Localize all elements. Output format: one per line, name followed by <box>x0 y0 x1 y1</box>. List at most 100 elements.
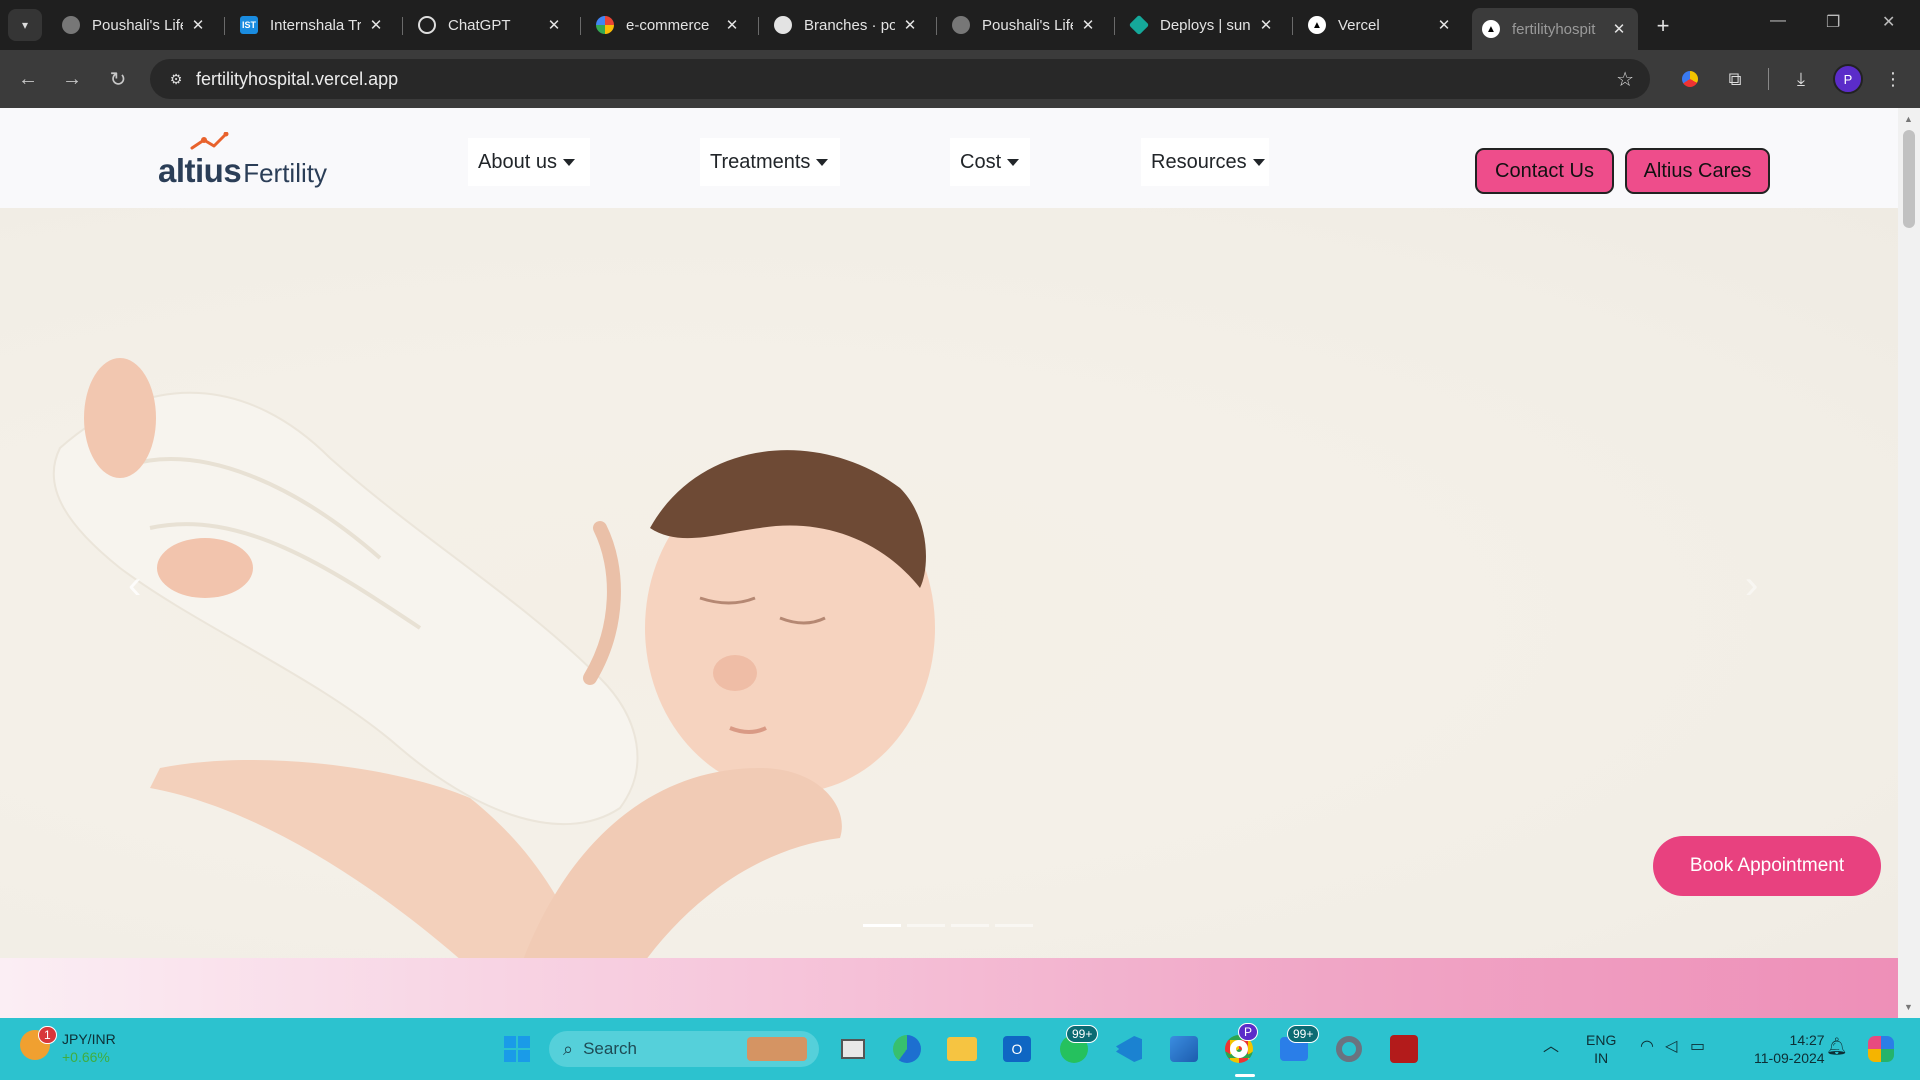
taskbar-search[interactable]: ⌕ Search <box>549 1031 819 1067</box>
outlook-icon[interactable]: O <box>1000 1032 1034 1066</box>
browser-tab[interactable]: ▲ Vercel ✕ <box>1298 8 1463 42</box>
maximize-icon[interactable]: ❐ <box>1826 12 1840 32</box>
tab-divider <box>758 17 759 35</box>
extension-color-icon[interactable] <box>1677 66 1703 92</box>
nav-treatments[interactable]: Treatments <box>700 138 840 186</box>
browser-tab[interactable]: Deploys | sun ✕ <box>1120 8 1285 42</box>
site-info-icon[interactable]: ⚙ <box>156 71 196 88</box>
book-appointment-button[interactable]: Book Appointment <box>1653 836 1881 896</box>
globe-icon <box>952 16 970 34</box>
tab-search-button[interactable]: ▾ <box>8 9 42 41</box>
chevron-down-icon: ▾ <box>21 18 29 32</box>
close-window-icon[interactable]: ✕ <box>1882 12 1895 32</box>
close-icon[interactable]: ✕ <box>1610 20 1628 38</box>
carousel-indicator[interactable] <box>951 924 989 927</box>
search-highlight-icon <box>747 1037 807 1061</box>
scroll-up-icon[interactable]: ▲ <box>1904 114 1913 124</box>
reload-icon[interactable]: ↻ <box>102 63 134 95</box>
battery-icon[interactable]: ▭ <box>1690 1038 1705 1056</box>
carousel-indicator[interactable] <box>907 924 945 927</box>
tab-title: Vercel <box>1338 16 1380 34</box>
vercel-icon: ▲ <box>1308 16 1326 34</box>
language-indicator[interactable]: ENG IN <box>1586 1031 1616 1067</box>
carousel-prev-icon[interactable]: ‹ <box>128 563 141 608</box>
settings-gear-icon[interactable] <box>1332 1032 1366 1066</box>
nav-label: Treatments <box>710 150 811 173</box>
nav-label: Resources <box>1151 150 1247 173</box>
widget-title[interactable]: JPY/INR <box>62 1030 116 1048</box>
browser-tab[interactable]: IST Internshala Tr ✕ <box>230 8 395 42</box>
browser-tab[interactable]: e-commerce ✕ <box>586 8 751 42</box>
vercel-icon: ▲ <box>1482 20 1500 38</box>
back-icon[interactable]: ← <box>12 63 44 95</box>
minimize-icon[interactable]: — <box>1770 12 1786 30</box>
netlify-icon <box>1128 14 1150 36</box>
close-icon[interactable]: ✕ <box>189 16 207 34</box>
notification-bell-icon[interactable]: 🔔︎ <box>1826 1038 1848 1056</box>
hero-carousel: ‹ › <box>0 208 1898 958</box>
altius-cares-button[interactable]: Altius Cares <box>1625 148 1770 194</box>
vscode-icon[interactable] <box>1112 1032 1146 1066</box>
download-icon[interactable]: ⤓ <box>1788 66 1814 92</box>
windows-start-icon[interactable] <box>500 1032 534 1066</box>
globe-icon <box>62 16 80 34</box>
browser-tab[interactable]: Poushali's Life ✕ <box>942 8 1107 42</box>
browser-tab[interactable]: Poushali's Life ✕ <box>52 8 217 42</box>
close-icon[interactable]: ✕ <box>367 16 385 34</box>
carousel-indicator[interactable] <box>863 924 901 927</box>
carousel-indicator[interactable] <box>995 924 1033 927</box>
tab-title: Branches · po <box>804 16 895 34</box>
clock[interactable]: 14:27 11-09-2024 <box>1754 1031 1825 1067</box>
tray-overflow-icon[interactable]: ︿ <box>1543 1038 1559 1056</box>
forward-icon[interactable]: → <box>56 63 88 95</box>
close-icon[interactable]: ✕ <box>1257 16 1275 34</box>
site-logo[interactable]: altius Fertility <box>158 130 327 190</box>
nav-cost[interactable]: Cost <box>950 138 1030 186</box>
url-text[interactable]: fertilityhospital.vercel.app <box>196 69 398 90</box>
web-page: altius Fertility About us Treatments Cos… <box>0 108 1898 1018</box>
tab-title: Deploys | sun <box>1160 16 1251 34</box>
tab-divider <box>224 17 225 35</box>
close-icon[interactable]: ✕ <box>545 16 563 34</box>
close-icon[interactable]: ✕ <box>1079 16 1097 34</box>
carousel-next-icon[interactable]: › <box>1745 563 1758 608</box>
hero-baby-image <box>52 358 935 958</box>
close-icon[interactable]: ✕ <box>1435 16 1453 34</box>
address-bar[interactable]: ⚙ fertilityhospital.vercel.app ☆ <box>150 59 1650 99</box>
nav-about-us[interactable]: About us <box>468 138 590 186</box>
volume-icon[interactable]: ◁ <box>1665 1038 1677 1056</box>
tab-divider <box>1292 17 1293 35</box>
bookmark-star-icon[interactable]: ☆ <box>1616 67 1634 92</box>
menu-kebab-icon[interactable]: ⋮ <box>1880 66 1906 92</box>
tab-title: Poushali's Life <box>982 16 1073 34</box>
logo-mark-icon <box>190 132 229 150</box>
wifi-icon[interactable]: ◠ <box>1640 1038 1654 1056</box>
logo-text-fertility: Fertility <box>243 158 327 188</box>
close-icon[interactable]: ✕ <box>723 16 741 34</box>
contact-us-button[interactable]: Contact Us <box>1475 148 1614 194</box>
edge-icon[interactable] <box>890 1032 924 1066</box>
file-explorer-icon[interactable] <box>945 1032 979 1066</box>
profile-avatar[interactable]: P <box>1833 64 1863 94</box>
photos-icon[interactable] <box>1167 1032 1201 1066</box>
profile-initial: P <box>1843 71 1853 87</box>
nav-label: About us <box>478 150 557 173</box>
chrome-profile-badge: P <box>1238 1023 1259 1041</box>
new-tab-button[interactable]: + <box>1648 11 1678 41</box>
nav-resources[interactable]: Resources <box>1141 138 1269 186</box>
caret-down-icon <box>1252 158 1265 166</box>
teams-badge: 99+ <box>1287 1025 1320 1043</box>
site-header: altius Fertility About us Treatments Cos… <box>0 108 1898 208</box>
task-view-icon[interactable] <box>836 1032 870 1066</box>
browser-tab-active[interactable]: ▲ fertilityhospit ✕ <box>1472 8 1638 50</box>
close-icon[interactable]: ✕ <box>901 16 919 34</box>
scrollbar-thumb[interactable] <box>1903 130 1915 228</box>
copilot-icon[interactable] <box>1864 1032 1898 1066</box>
browser-tab[interactable]: ChatGPT ✕ <box>408 8 573 42</box>
acrobat-icon[interactable] <box>1387 1032 1421 1066</box>
scroll-down-icon[interactable]: ▼ <box>1904 1002 1913 1012</box>
extensions-puzzle-icon[interactable]: ⧉ <box>1722 66 1748 92</box>
page-scrollbar[interactable]: ▲ ▼ <box>1898 108 1920 1018</box>
browser-tab[interactable]: Branches · po ✕ <box>764 8 929 42</box>
caret-down-icon <box>816 158 829 166</box>
